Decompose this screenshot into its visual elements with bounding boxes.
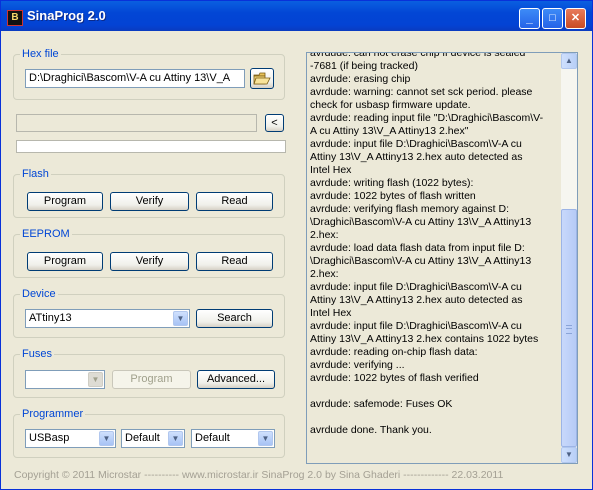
log-line: Intel Hex bbox=[310, 164, 352, 176]
scroll-down-icon[interactable]: ▼ bbox=[561, 447, 577, 463]
close-button[interactable]: ✕ bbox=[565, 8, 586, 29]
grip-icon bbox=[566, 325, 572, 334]
chevron-down-icon[interactable]: ▼ bbox=[88, 372, 103, 387]
eeprom-verify-button[interactable]: Verify bbox=[110, 252, 189, 271]
log-line: Intel Hex bbox=[310, 307, 352, 319]
device-search-button[interactable]: Search bbox=[196, 309, 273, 328]
log-line: Attiny 13\V_A Attiny13 2.hex auto detect… bbox=[310, 294, 523, 306]
scroll-thumb[interactable] bbox=[561, 209, 577, 447]
log-line: Attiny 13\V_A Attiny13 2.hex auto detect… bbox=[310, 151, 523, 163]
log-lines: avrdude: can not erase chip if device is… bbox=[310, 52, 560, 437]
programmer-select-value: USBasp bbox=[29, 432, 70, 444]
eeprom-read-button[interactable]: Read bbox=[196, 252, 273, 271]
log-line: avrdude: reading on-chip flash data: bbox=[310, 346, 478, 358]
log-line: avrdude done. Thank you. bbox=[310, 424, 432, 436]
log-line: avrdude: input file D:\Draghici\Bascom\V… bbox=[310, 138, 522, 150]
log-line: avrdude: 1022 bytes of flash written bbox=[310, 190, 476, 202]
log-line: avrdude: input file D:\Draghici\Bascom\V… bbox=[310, 320, 522, 332]
log-line: \Draghici\Bascom\V-A cu Attiny 13\V_A At… bbox=[310, 255, 532, 267]
device-legend: Device bbox=[22, 288, 56, 300]
fuses-advanced-button[interactable]: Advanced... bbox=[197, 370, 275, 389]
flash-verify-button[interactable]: Verify bbox=[110, 192, 189, 211]
minimize-button[interactable]: _ bbox=[519, 8, 540, 29]
log-line: avrdude: writing flash (1022 bytes): bbox=[310, 177, 474, 189]
log-line: avrdude: can not erase chip if device is… bbox=[310, 52, 526, 59]
collapse-log-button[interactable]: < bbox=[265, 114, 284, 132]
chevron-down-icon[interactable]: ▼ bbox=[258, 431, 273, 446]
hex-file-path-input[interactable]: D:\Draghici\Bascom\V-A cu Attiny 13\V_A bbox=[25, 69, 245, 88]
log-line: avrdude: reading input file "D:\Draghici… bbox=[310, 112, 544, 124]
log-line: avrdude: verifying flash memory against … bbox=[310, 203, 510, 215]
main-window: B SinaProg 2.0 _ □ ✕ Hex file D:\Draghic… bbox=[0, 0, 593, 490]
log-line: avrdude: 1022 bytes of flash verified bbox=[310, 372, 479, 384]
fuses-legend: Fuses bbox=[22, 348, 52, 360]
fuses-program-button[interactable]: Program bbox=[112, 370, 191, 389]
log-line: -7681 (if being tracked) bbox=[310, 60, 418, 72]
speed-select-value: Default bbox=[195, 432, 230, 444]
flash-legend: Flash bbox=[22, 168, 49, 180]
chevron-down-icon[interactable]: ▼ bbox=[168, 431, 183, 446]
maximize-button[interactable]: □ bbox=[542, 8, 563, 29]
flash-read-button[interactable]: Read bbox=[196, 192, 273, 211]
speed-select[interactable]: Default ▼ bbox=[191, 429, 275, 448]
fuses-select[interactable]: ▼ bbox=[25, 370, 105, 389]
log-line: avrdude: erasing chip bbox=[310, 73, 411, 85]
programmer-select[interactable]: USBasp ▼ bbox=[25, 429, 116, 448]
eeprom-legend: EEPROM bbox=[22, 228, 70, 240]
log-line: 2.hex: bbox=[310, 268, 339, 280]
folder-open-icon bbox=[253, 72, 271, 85]
log-line: 2.hex: bbox=[310, 229, 339, 241]
log-line: avrdude: warning: cannot set sck period.… bbox=[310, 86, 533, 98]
log-line: avrdude: input file D:\Draghici\Bascom\V… bbox=[310, 281, 522, 293]
log-line: \Draghici\Bascom\V-A cu Attiny 13\V_A At… bbox=[310, 216, 532, 228]
log-line: avrdude: load data flash data from input… bbox=[310, 242, 525, 254]
client-area: Hex file D:\Draghici\Bascom\V-A cu Attin… bbox=[4, 32, 589, 486]
log-line: check for usbasp firmware update. bbox=[310, 99, 471, 111]
log-scrollbar[interactable]: ▲ ▼ bbox=[561, 53, 577, 463]
scroll-up-icon[interactable]: ▲ bbox=[561, 53, 577, 69]
window-title: SinaProg 2.0 bbox=[27, 8, 106, 23]
chevron-down-icon[interactable]: ▼ bbox=[173, 311, 188, 326]
device-select-value: ATtiny13 bbox=[29, 312, 72, 324]
app-icon: B bbox=[7, 10, 23, 26]
log-line: A cu Attiny 13\V_A Attiny13 2.hex" bbox=[310, 125, 469, 137]
title-bar[interactable]: B SinaProg 2.0 _ □ ✕ bbox=[1, 1, 592, 31]
flash-program-button[interactable]: Program bbox=[27, 192, 103, 211]
log-output[interactable]: avrdude: can not erase chip if device is… bbox=[306, 52, 578, 464]
device-select[interactable]: ATtiny13 ▼ bbox=[25, 309, 190, 328]
programmer-legend: Programmer bbox=[22, 408, 84, 420]
status-field bbox=[16, 114, 257, 132]
open-file-button[interactable] bbox=[250, 68, 274, 89]
log-line: Attiny 13\V_A Attiny13 2.hex contains 10… bbox=[310, 333, 539, 345]
progress-bar bbox=[16, 140, 286, 153]
log-line: avrdude: verifying ... bbox=[310, 359, 405, 371]
status-bar-text: Copyright © 2011 Microstar ---------- ww… bbox=[14, 469, 504, 481]
log-line: avrdude: safemode: Fuses OK bbox=[310, 398, 453, 410]
chevron-down-icon[interactable]: ▼ bbox=[99, 431, 114, 446]
eeprom-program-button[interactable]: Program bbox=[27, 252, 103, 271]
hex-file-legend: Hex file bbox=[22, 48, 59, 60]
port-select-value: Default bbox=[125, 432, 160, 444]
port-select[interactable]: Default ▼ bbox=[121, 429, 185, 448]
